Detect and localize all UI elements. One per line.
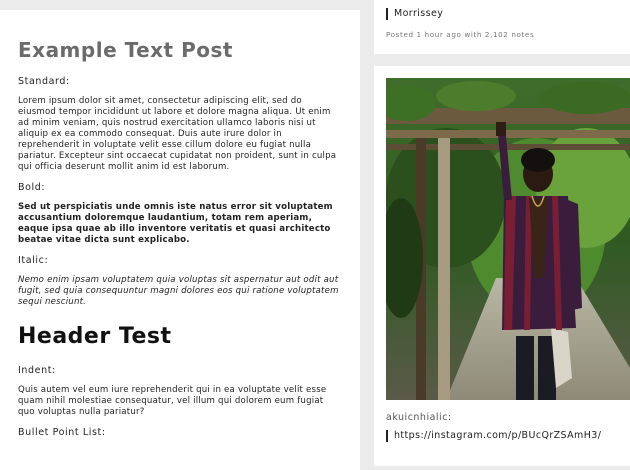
post-title[interactable]: Example Text Post [18, 38, 342, 62]
standard-paragraph: Lorem ipsum dolor sit amet, consectetur … [18, 96, 337, 172]
post-photo[interactable] [386, 78, 630, 400]
caption-instagram-link[interactable]: https://instagram.com/p/BUcQrZSAmH3/ [386, 430, 601, 442]
indent-label: Indent: [18, 365, 56, 376]
bold-paragraph: Sed ut perspiciatis unde omnis iste natu… [18, 202, 333, 245]
quote-post-card: Morrissey Posted 1 hour ago with 2,102 n… [374, 0, 630, 54]
quote-source[interactable]: Morrissey [386, 8, 443, 20]
caption-username[interactable]: akuicnhialic: [386, 412, 452, 423]
text-post-card: Example Text Post Standard: Lorem ipsum … [0, 10, 360, 470]
post-meta[interactable]: Posted 1 hour ago with 2,102 notes [386, 30, 534, 39]
italic-label: Italic: [18, 255, 49, 266]
standard-label: Standard: [18, 76, 70, 87]
bullet-list-label: Bullet Point List: [18, 427, 106, 438]
indent-paragraph: Quis autem vel eum iure reprehenderit qu… [18, 385, 327, 417]
photo-image [386, 78, 630, 400]
photo-post-card: akuicnhialic: https://instagram.com/p/BU… [374, 66, 630, 466]
italic-paragraph: Nemo enim ipsam voluptatem quia voluptas… [18, 275, 339, 307]
header-test-heading: Header Test [18, 324, 172, 349]
bold-label: Bold: [18, 182, 46, 193]
